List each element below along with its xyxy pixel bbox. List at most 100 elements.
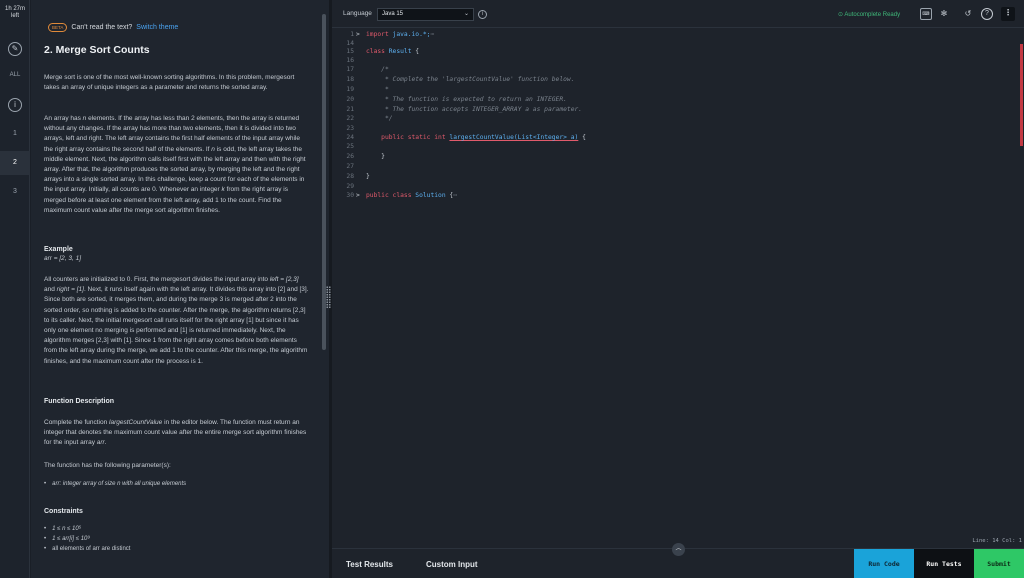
- fold-toggle-icon[interactable]: >: [356, 191, 360, 200]
- theme-notice: BETA Can't read the text? Switch theme: [48, 23, 178, 32]
- code-token: */: [366, 115, 393, 122]
- code-token: ⋯: [430, 31, 435, 38]
- code-token: {: [578, 134, 586, 141]
- line-number: 17: [346, 66, 354, 73]
- code-line[interactable]: 27: [332, 162, 1024, 171]
- problem-panel: BETA Can't read the text? Switch theme 2…: [31, 0, 329, 578]
- line-number: 15: [346, 48, 354, 55]
- submit-button[interactable]: Submit: [974, 549, 1024, 578]
- code-line[interactable]: 24 public static int largestCountValue(L…: [332, 133, 1024, 142]
- line-number: 19: [346, 86, 354, 93]
- code-token: }: [366, 153, 385, 160]
- code-line[interactable]: 19 *: [332, 85, 1024, 94]
- chevron-up-icon[interactable]: ︿: [672, 543, 685, 556]
- code-token: ⋯: [453, 192, 458, 199]
- line-number: 29: [346, 183, 354, 190]
- more-menu-icon[interactable]: ⋮: [1001, 7, 1015, 21]
- line-number: 20: [346, 96, 354, 103]
- constraint-text: all elements of arr are distinct: [52, 546, 131, 552]
- language-label: Language: [343, 10, 372, 17]
- constraints-heading: Constraints: [44, 508, 83, 515]
- code-line[interactable]: 25: [332, 142, 1024, 151]
- compass-icon[interactable]: ✎: [8, 42, 22, 56]
- example-value: arr = [2, 3, 1]: [44, 254, 310, 264]
- params-list: arr: integer array of size n with all un…: [52, 479, 313, 489]
- line-number: 22: [346, 115, 354, 122]
- timer-value: 1h 27m: [4, 6, 25, 12]
- example-heading: Example: [44, 246, 73, 253]
- fold-toggle-icon[interactable]: >: [356, 30, 360, 39]
- code-token: public static int: [381, 134, 446, 141]
- tab-test-results[interactable]: Test Results: [346, 560, 393, 569]
- tab-custom-input[interactable]: Custom Input: [426, 560, 478, 569]
- line-number: 18: [346, 76, 354, 83]
- constraint-text: 1 ≤ n ≤ 10⁵: [52, 526, 82, 532]
- info-icon[interactable]: i: [8, 98, 22, 112]
- settings-gear-icon[interactable]: ✻: [938, 8, 950, 20]
- keyboard-icon[interactable]: ⌨: [920, 8, 932, 20]
- expl-part: and: [44, 286, 57, 294]
- app-root: 1h 27m left ✎ ALL i 1 2 3 BETA Can't rea…: [0, 0, 1024, 578]
- help-icon[interactable]: ?: [981, 8, 993, 20]
- language-value: Java 15: [382, 11, 404, 17]
- switch-theme-link[interactable]: Switch theme: [136, 24, 178, 31]
- run-tests-button[interactable]: Run Tests: [914, 549, 974, 578]
- constraint-text: 1 ≤ arr[i] ≤ 10⁹: [52, 536, 91, 542]
- splitter-grip-icon[interactable]: [326, 286, 331, 308]
- line-number: 16: [346, 57, 354, 64]
- timer: 1h 27m left: [0, 6, 30, 20]
- beta-badge: BETA: [48, 23, 68, 32]
- code-line[interactable]: 18 * Complete the 'largestCountValue' fu…: [332, 75, 1024, 84]
- code-line[interactable]: 21 * The function accepts INTEGER_ARRAY …: [332, 105, 1024, 114]
- code-text: import java.io.*;⋯: [366, 30, 434, 39]
- problem-intro: Merge sort is one of the most well-known…: [44, 74, 295, 92]
- param-text: arr: integer array of size n with all un…: [52, 481, 187, 487]
- code-token: *: [366, 86, 389, 93]
- line-number: 25: [346, 143, 354, 150]
- language-select[interactable]: Java 15 ⌄: [377, 8, 474, 21]
- rail-problem-3[interactable]: 3: [0, 180, 30, 204]
- code-line[interactable]: 22 */: [332, 114, 1024, 123]
- rail-problem-1[interactable]: 1: [0, 122, 30, 146]
- code-token: public class: [366, 192, 412, 199]
- func-var: arr: [96, 439, 105, 447]
- desc-part: An array has: [44, 115, 83, 122]
- code-line[interactable]: 1 > import java.io.*;⋯: [332, 30, 1024, 39]
- code-line[interactable]: 17 /*: [332, 65, 1024, 74]
- line-number: 26: [346, 153, 354, 160]
- line-number: 23: [346, 125, 354, 132]
- chevron-down-icon: ⌄: [463, 11, 469, 17]
- expl-var: right = [1]: [56, 286, 84, 294]
- switch-prompt: Can't read the text?: [71, 24, 133, 31]
- problem-title: 2. Merge Sort Counts: [44, 44, 150, 56]
- code-text: }: [366, 172, 370, 181]
- code-token: {: [411, 48, 420, 55]
- code-line[interactable]: 30 > public class Solution {⋯: [332, 191, 1024, 200]
- rail-all-label[interactable]: ALL: [0, 72, 30, 78]
- example-array: arr = [2, 3, 1]: [44, 255, 82, 262]
- code-token: * The function accepts INTEGER_ARRAY a a…: [366, 106, 583, 113]
- code-text: *: [366, 85, 389, 94]
- code-token: java.io.*;: [392, 31, 431, 38]
- code-line[interactable]: 16: [332, 56, 1024, 65]
- constraint-item: 1 ≤ n ≤ 10⁵: [52, 524, 313, 534]
- example-explanation: All counters are initialized to 0. First…: [44, 275, 310, 367]
- function-heading: Function Description: [44, 398, 114, 405]
- code-line[interactable]: 20 * The function is expected to return …: [332, 95, 1024, 104]
- run-code-button[interactable]: Run Code: [854, 549, 914, 578]
- autocomplete-status[interactable]: ⊙ Autocomplete Ready: [838, 11, 900, 18]
- code-line[interactable]: 15 class Result {: [332, 47, 1024, 56]
- editor-scroll-marker[interactable]: [1020, 44, 1023, 146]
- code-line[interactable]: 23: [332, 124, 1024, 133]
- code-line[interactable]: 29: [332, 182, 1024, 191]
- param-item: arr: integer array of size n with all un…: [52, 479, 313, 489]
- code-line[interactable]: 28}: [332, 172, 1024, 181]
- code-line[interactable]: 26 }: [332, 152, 1024, 161]
- rail-problem-2[interactable]: 2: [0, 151, 30, 175]
- language-info-icon[interactable]: i: [478, 10, 487, 19]
- code-text: public class Solution {⋯: [366, 191, 457, 200]
- editor-toolbar: Language Java 15 ⌄ i ⊙ Autocomplete Read…: [332, 0, 1024, 28]
- code-token: largestCountValue(List<Integer> a): [449, 134, 579, 141]
- history-icon[interactable]: ↺: [962, 8, 974, 20]
- cursor-position: Line: 14 Col: 1: [972, 538, 1022, 544]
